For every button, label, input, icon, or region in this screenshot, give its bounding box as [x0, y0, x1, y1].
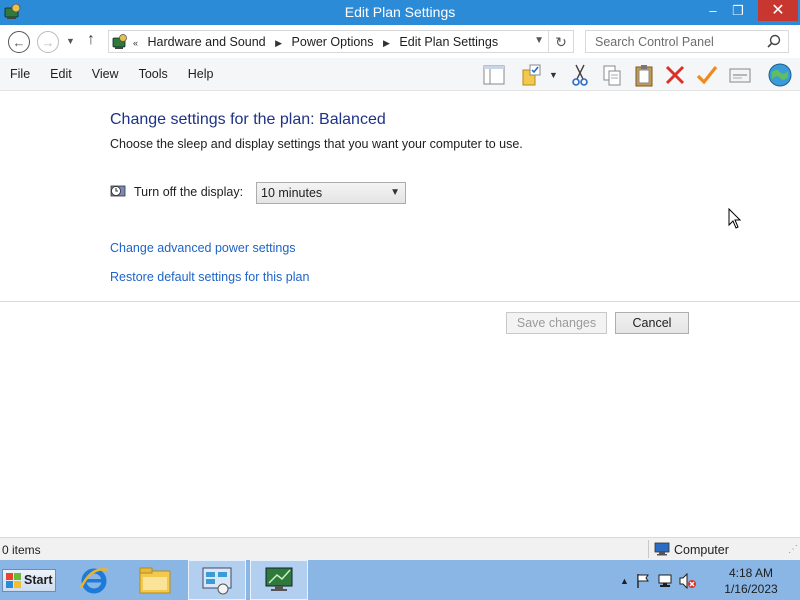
taskbar-file-explorer[interactable] [126, 560, 184, 600]
address-bar[interactable]: « Hardware and Sound ▶ Power Options ▶ E… [108, 30, 549, 53]
refresh-button[interactable]: ↻ [549, 30, 574, 53]
menu-view[interactable]: View [82, 67, 129, 81]
menu-bar: File Edit View Tools Help ▼ [0, 58, 800, 91]
breadcrumb-separator-icon[interactable]: ▶ [275, 38, 282, 48]
breadcrumb-edit-plan-settings[interactable]: Edit Plan Settings [399, 35, 498, 49]
maximize-button[interactable]: ❐ [725, 0, 751, 21]
layout-pane-icon[interactable] [482, 63, 506, 87]
taskbar: Start ▲ 4:18 AM 1/16/2023 [0, 560, 800, 600]
arrow-left-icon: ← [12, 34, 26, 50]
monitor-clock-icon [110, 185, 126, 197]
main-content: Change settings for the plan: Balanced C… [0, 91, 800, 537]
breadcrumb-overflow-chevron[interactable]: « [133, 38, 138, 48]
recent-locations-dropdown[interactable]: ▼ [66, 36, 75, 46]
title-bar: Edit Plan Settings – ❐ ✕ [0, 0, 800, 25]
up-button[interactable]: ↑ [87, 31, 95, 49]
control-panel-icon [112, 34, 127, 49]
windows-logo-icon [6, 573, 21, 588]
item-count: 0 items [2, 543, 41, 557]
system-tray: ▲ [620, 572, 697, 590]
restore-defaults-link[interactable]: Restore default settings for this plan [110, 270, 309, 284]
remote-desktop-icon [265, 567, 293, 591]
computer-icon [654, 542, 670, 556]
forward-button[interactable]: → [37, 31, 59, 53]
taskbar-clock[interactable]: 4:18 AM 1/16/2023 [716, 565, 786, 597]
folder-check-icon[interactable] [520, 63, 544, 87]
page-description: Choose the sleep and display settings th… [110, 137, 523, 151]
refresh-icon: ↻ [555, 34, 567, 50]
show-hidden-icons-icon[interactable]: ▲ [620, 576, 629, 586]
page-title: Change settings for the plan: Balanced [110, 111, 386, 128]
navigation-bar: ← → ▼ ↑ « Hardware and Sound ▶ Power Opt… [0, 25, 800, 58]
divider [0, 301, 800, 302]
display-timeout-label: Turn off the display: [134, 185, 244, 199]
save-changes-button[interactable]: Save changes [506, 312, 607, 334]
cut-icon[interactable] [568, 63, 592, 87]
status-separator [648, 540, 649, 558]
display-timeout-value: 10 minutes [261, 186, 323, 200]
search-box[interactable] [585, 30, 789, 53]
breadcrumb-hardware-and-sound[interactable]: Hardware and Sound [148, 35, 266, 49]
chevron-down-icon: ▼ [390, 187, 400, 198]
chevron-down-icon[interactable]: ▼ [534, 35, 544, 46]
file-explorer-icon [139, 567, 171, 594]
mouse-cursor-icon [728, 208, 742, 229]
internet-explorer-icon [79, 568, 109, 594]
properties-icon[interactable] [728, 63, 752, 87]
breadcrumb-power-options[interactable]: Power Options [292, 35, 374, 49]
start-button[interactable]: Start [2, 569, 56, 592]
menu-edit[interactable]: Edit [40, 67, 82, 81]
location-label: Computer [674, 543, 729, 557]
window-title: Edit Plan Settings [344, 4, 456, 20]
checkmark-icon[interactable] [695, 63, 719, 87]
display-timeout-select[interactable]: 10 minutes ▼ [256, 182, 406, 204]
menu-file[interactable]: File [0, 67, 40, 81]
network-icon[interactable] [657, 573, 673, 589]
menu-help[interactable]: Help [178, 67, 224, 81]
clock-date: 1/16/2023 [724, 582, 778, 596]
back-button[interactable]: ← [8, 31, 30, 53]
control-panel-icon [202, 567, 232, 595]
delete-icon[interactable] [663, 63, 687, 87]
taskbar-control-panel[interactable] [188, 560, 246, 600]
cancel-button[interactable]: Cancel [615, 312, 689, 334]
minimize-button[interactable]: – [700, 0, 726, 21]
taskbar-remote-desktop[interactable] [250, 560, 308, 600]
menu-tools[interactable]: Tools [129, 67, 178, 81]
status-bar: 0 items Computer ⋰ [0, 537, 800, 560]
arrow-right-icon: → [41, 34, 55, 50]
start-label: Start [24, 573, 53, 587]
paste-icon[interactable] [632, 63, 656, 87]
resize-grip-icon[interactable]: ⋰ [788, 544, 798, 555]
breadcrumb: « Hardware and Sound ▶ Power Options ▶ E… [133, 35, 504, 49]
search-input[interactable] [586, 31, 766, 52]
globe-icon[interactable] [767, 62, 793, 88]
copy-icon[interactable] [600, 63, 624, 87]
clock-time: 4:18 AM [728, 566, 774, 580]
search-icon[interactable] [767, 34, 781, 48]
volume-muted-icon[interactable] [679, 573, 697, 589]
breadcrumb-separator-icon[interactable]: ▶ [383, 38, 390, 48]
action-center-flag-icon[interactable] [635, 573, 651, 589]
taskbar-internet-explorer[interactable] [65, 560, 123, 600]
close-button[interactable]: ✕ [758, 0, 798, 21]
advanced-power-settings-link[interactable]: Change advanced power settings [110, 241, 296, 255]
